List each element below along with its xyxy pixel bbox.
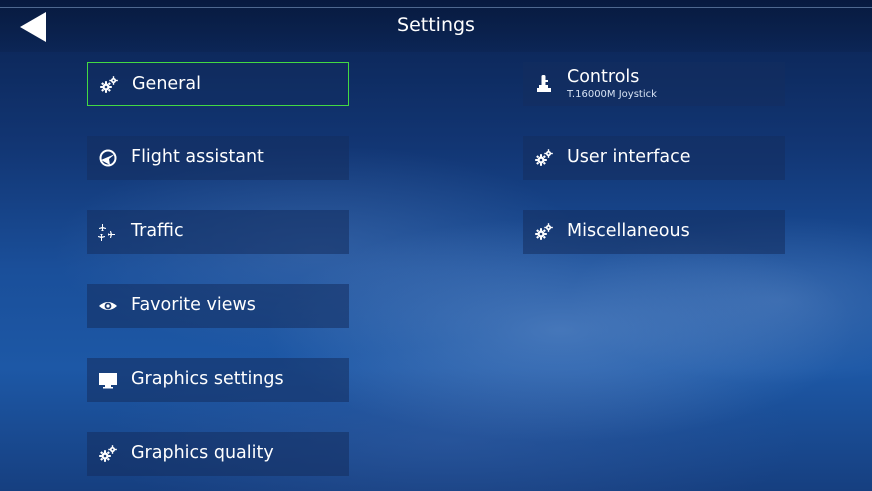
- gears-icon: [100, 76, 118, 93]
- gears-icon: [99, 445, 117, 462]
- menu-item-label: Favorite views: [131, 295, 256, 315]
- menu-item-controls[interactable]: Controls T.16000M Joystick: [523, 62, 785, 106]
- flight-assistant-icon: [99, 149, 117, 167]
- title-divider: [0, 7, 872, 8]
- menu-item-favorite-views[interactable]: Favorite views: [87, 284, 349, 328]
- menu-item-general[interactable]: General: [87, 62, 349, 106]
- menu-item-label: Traffic: [131, 221, 184, 241]
- eye-icon: [99, 302, 117, 310]
- menu-item-graphics-settings[interactable]: Graphics settings: [87, 358, 349, 402]
- menu-item-label: User interface: [567, 147, 691, 167]
- gears-icon: [535, 149, 553, 166]
- menu-item-miscellaneous[interactable]: Miscellaneous: [523, 210, 785, 254]
- monitor-icon: [99, 373, 117, 389]
- traffic-icon: [98, 224, 115, 241]
- menu-item-label: Miscellaneous: [567, 221, 690, 241]
- menu-item-sublabel: T.16000M Joystick: [567, 89, 657, 100]
- menu-item-traffic[interactable]: Traffic: [87, 210, 349, 254]
- menu-item-flight-assistant[interactable]: Flight assistant: [87, 136, 349, 180]
- menu-item-label: General: [132, 74, 201, 94]
- joystick-icon: [537, 75, 551, 92]
- menu-item-label: Flight assistant: [131, 147, 264, 167]
- page-title: Settings: [397, 14, 475, 36]
- menu-item-label: Graphics quality: [131, 443, 274, 463]
- gears-icon: [535, 223, 553, 240]
- menu-item-label: Controls: [567, 67, 640, 87]
- menu-item-user-interface[interactable]: User interface: [523, 136, 785, 180]
- menu-item-graphics-quality[interactable]: Graphics quality: [87, 432, 349, 476]
- menu-item-label: Graphics settings: [131, 369, 284, 389]
